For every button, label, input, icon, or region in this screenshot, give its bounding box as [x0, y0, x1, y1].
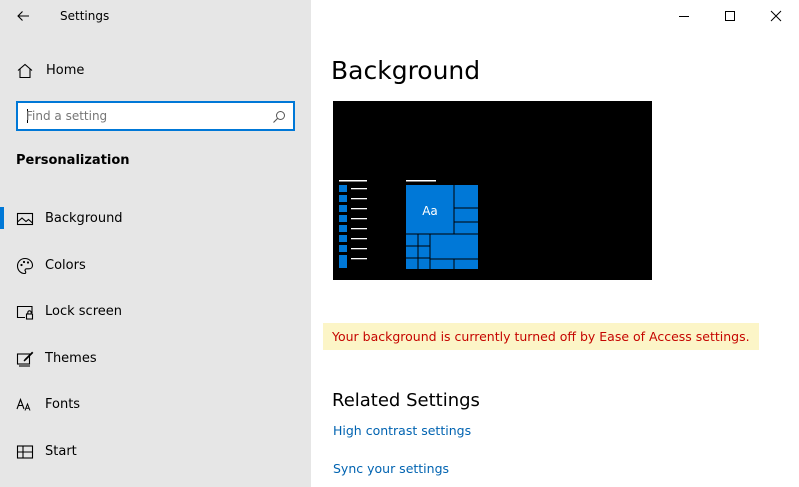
maximize-button[interactable] [707, 0, 753, 32]
sidebar-item-label: Themes [45, 350, 97, 366]
home-label: Home [46, 63, 85, 78]
ease-of-access-warning: Your background is currently turned off … [323, 323, 759, 350]
search-input[interactable] [26, 107, 266, 125]
sidebar-item-label: Colors [45, 257, 86, 273]
start-icon [16, 445, 34, 459]
sidebar: Settings Home Personalization Background [0, 0, 311, 487]
close-button[interactable] [753, 0, 799, 32]
search-box[interactable] [16, 101, 295, 131]
background-preview: Aa [333, 101, 652, 280]
sidebar-item-background[interactable]: Background [0, 196, 311, 243]
sync-your-settings-link[interactable]: Sync your settings [333, 461, 449, 476]
minimize-button[interactable] [661, 0, 707, 32]
maximize-icon [725, 11, 735, 21]
sidebar-item-fonts[interactable]: Fonts [0, 382, 311, 429]
related-settings-title: Related Settings [332, 390, 480, 411]
home-icon [17, 63, 33, 79]
start-menu-preview: Aa [339, 180, 478, 269]
back-arrow-icon [17, 11, 29, 21]
title-bar: Settings [0, 0, 311, 32]
sidebar-item-label: Lock screen [45, 304, 122, 320]
app-title: Settings [60, 9, 110, 23]
picture-icon [16, 212, 34, 226]
minimize-icon [679, 16, 689, 17]
search-icon[interactable] [272, 110, 286, 124]
preview-app-list [339, 180, 367, 268]
font-icon [16, 398, 31, 412]
sidebar-item-label: Fonts [45, 397, 81, 413]
preview-tiles [406, 180, 478, 269]
preview-tile-label: Aa [422, 204, 438, 218]
personalization-nav: Background Colors Lock screen Themes Fon… [0, 196, 311, 476]
sidebar-item-colors[interactable]: Colors [0, 243, 311, 290]
page-title: Background [331, 56, 481, 85]
high-contrast-settings-link[interactable]: High contrast settings [333, 423, 471, 438]
sidebar-item-label: Background [45, 211, 123, 226]
window-controls [661, 0, 799, 32]
sidebar-item-start[interactable]: Start [0, 429, 311, 476]
home-nav-item[interactable]: Home [0, 54, 311, 88]
lock-screen-icon [16, 306, 34, 320]
palette-icon [16, 257, 34, 274]
back-button[interactable] [14, 6, 34, 26]
brush-icon [16, 351, 34, 367]
sidebar-item-lock-screen[interactable]: Lock screen [0, 289, 311, 336]
sidebar-item-themes[interactable]: Themes [0, 336, 311, 383]
close-icon [770, 10, 782, 22]
sidebar-item-label: Start [45, 443, 77, 459]
main-content: Background Aa Your background is current… [311, 0, 799, 487]
section-title: Personalization [16, 153, 130, 168]
